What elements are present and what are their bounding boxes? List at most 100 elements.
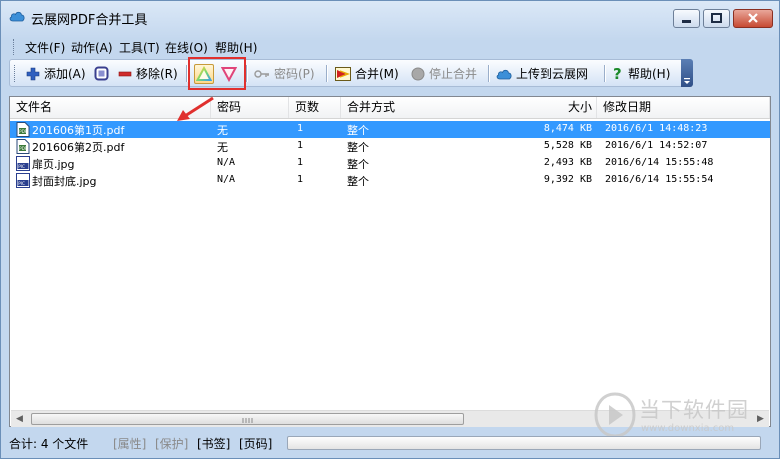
square-icon: [94, 66, 109, 81]
minimize-button[interactable]: [673, 9, 700, 28]
minus-icon: [118, 71, 132, 76]
status-attributes[interactable]: [属性]: [113, 435, 146, 452]
toolbar-overflow-button[interactable]: [681, 59, 693, 87]
file-pages: 1: [297, 140, 304, 151]
help-button[interactable]: ? 帮助(H): [612, 64, 670, 83]
plus-icon: [26, 67, 40, 80]
file-password: N/A: [217, 157, 236, 168]
status-protect[interactable]: [保护]: [155, 435, 188, 452]
pdf-file-icon: PDF: [16, 122, 30, 137]
chevron-down-icon: [684, 78, 690, 84]
svg-text:PIC: PIC: [18, 181, 25, 186]
table-row[interactable]: PDF 201606第2页.pdf 无 1 整个 5,528 KB 2016/6…: [10, 138, 770, 155]
svg-text:?: ?: [613, 66, 622, 81]
minimize-icon: [682, 20, 691, 23]
password-button[interactable]: 密码(P): [254, 64, 315, 83]
upload-label: 上传到云展网: [516, 67, 589, 81]
highlight-annotation: [188, 57, 246, 90]
file-password: 无: [217, 141, 228, 154]
stop-merge-button[interactable]: 停止合并: [411, 64, 477, 83]
menu-file[interactable]: 文件(F): [25, 39, 65, 56]
image-file-icon: PIC: [16, 173, 30, 188]
image-file-icon: PIC: [16, 156, 30, 171]
close-button[interactable]: [733, 9, 773, 28]
file-merge-mode: 整个: [347, 158, 369, 171]
list-header: 文件名 密码 页数 合并方式 大小 修改日期: [10, 97, 770, 119]
file-name: 201606第1页.pdf: [32, 124, 125, 137]
grip-icon: [242, 418, 253, 423]
watermark-logo-icon: [594, 392, 636, 438]
help-question-icon: ?: [613, 66, 622, 81]
status-bookmark[interactable]: [书签]: [197, 435, 230, 452]
app-window: 云展网PDF合并工具 文件(F) 动作(A) 工具(T) 在线(O) 帮助(H)…: [0, 0, 780, 459]
file-merge-mode: 整个: [347, 141, 369, 154]
file-modified: 2016/6/14 15:55:54: [605, 174, 714, 185]
column-header-size[interactable]: 大小: [541, 97, 597, 118]
file-password: N/A: [217, 174, 236, 185]
file-password: 无: [217, 124, 228, 137]
table-row[interactable]: PDF 201606第1页.pdf 无 1 整个 8,474 KB 2016/6…: [10, 121, 770, 138]
file-list[interactable]: 文件名 密码 页数 合并方式 大小 修改日期 PDF 201606第1页.pdf…: [9, 96, 771, 427]
file-name: 201606第2页.pdf: [32, 141, 125, 154]
watermark-text: 当下软件园: [639, 398, 749, 422]
svg-text:PDF: PDF: [19, 129, 27, 134]
file-modified: 2016/6/1 14:52:07: [605, 140, 708, 151]
progress-bar: [287, 436, 761, 450]
table-row[interactable]: PIC 扉页.jpg N/A 1 整个 2,493 KB 2016/6/14 1…: [10, 155, 770, 172]
pdf-file-icon: PDF: [16, 139, 30, 154]
column-header-pages[interactable]: 页数: [289, 97, 341, 118]
file-size: 5,528 KB: [543, 140, 592, 151]
add-button[interactable]: 添加(A): [26, 64, 86, 83]
svg-text:PIC: PIC: [18, 164, 25, 169]
menu-grip: [13, 39, 17, 55]
file-pages: 1: [297, 174, 304, 185]
menu-bar: 文件(F) 动作(A) 工具(T) 在线(O) 帮助(H): [9, 37, 769, 57]
file-merge-mode: 整个: [347, 175, 369, 188]
status-page-number[interactable]: [页码]: [239, 435, 272, 452]
menu-help[interactable]: 帮助(H): [215, 39, 257, 56]
add-label: 添加(A): [44, 67, 86, 81]
file-modified: 2016/6/14 15:55:48: [605, 157, 714, 168]
file-pages: 1: [297, 123, 304, 134]
upload-button[interactable]: 上传到云展网: [496, 64, 588, 83]
merge-label: 合并(M): [355, 67, 399, 81]
maximize-button[interactable]: [703, 9, 730, 28]
toolbar-separator: [246, 65, 248, 82]
remove-button[interactable]: 移除(R): [118, 64, 178, 83]
toolbar-separator: [604, 65, 606, 82]
cloud-app-icon: [9, 11, 25, 22]
column-header-modified[interactable]: 修改日期: [597, 97, 770, 118]
scroll-left-button[interactable]: ◀: [11, 411, 28, 427]
toolbar-separator: [488, 65, 490, 82]
table-row[interactable]: PIC 封面封底.jpg N/A 1 整个 9,392 KB 2016/6/14…: [10, 172, 770, 189]
remove-label: 移除(R): [136, 67, 178, 81]
clear-button[interactable]: [94, 64, 109, 83]
svg-text:PDF: PDF: [19, 146, 27, 151]
file-size: 2,493 KB: [543, 157, 592, 168]
key-icon: [254, 69, 269, 78]
menu-online[interactable]: 在线(O): [165, 39, 208, 56]
stop-circle-icon: [411, 67, 425, 80]
password-label: 密码(P): [274, 67, 315, 81]
close-icon: [748, 13, 758, 23]
file-modified: 2016/6/1 14:48:23: [605, 123, 708, 134]
file-merge-mode: 整个: [347, 124, 369, 137]
help-label: 帮助(H): [628, 67, 671, 81]
file-pages: 1: [297, 157, 304, 168]
status-bar: 合计: 4 个文件 [属性] [保护] [书签] [页码]: [9, 434, 771, 452]
window-title: 云展网PDF合并工具: [31, 13, 148, 28]
watermark-url: www.downxia.com: [641, 423, 735, 434]
menu-action[interactable]: 动作(A): [71, 39, 113, 56]
cloud-upload-icon: [496, 69, 512, 79]
toolbar: 添加(A) 移除(R) 密码(P) 合并(M) 停止合并 上传到云展网 ? 帮助…: [9, 59, 693, 87]
column-header-password[interactable]: 密码: [211, 97, 289, 118]
file-name: 扉页.jpg: [32, 158, 75, 171]
column-header-mode-label: 合并方式: [347, 100, 396, 114]
stop-merge-label: 停止合并: [429, 67, 478, 81]
file-name: 封面封底.jpg: [32, 175, 97, 188]
title-bar: 云展网PDF合并工具: [1, 1, 779, 33]
merge-button[interactable]: 合并(M): [335, 64, 399, 83]
scrollbar-thumb[interactable]: [31, 413, 464, 425]
file-size: 8,474 KB: [543, 123, 592, 134]
menu-tools[interactable]: 工具(T): [119, 39, 160, 56]
